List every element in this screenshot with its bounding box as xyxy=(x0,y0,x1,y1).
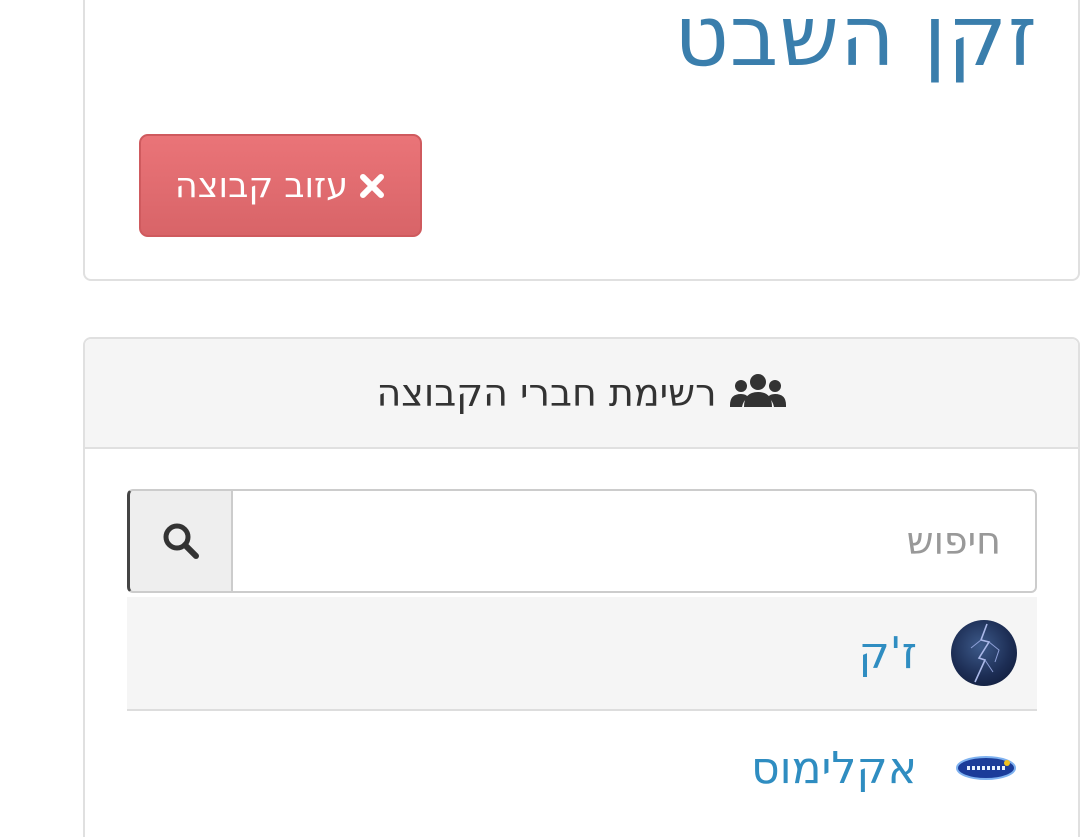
list-item[interactable]: אקלימוס xyxy=(127,711,1037,825)
group-title: זקן השבט xyxy=(674,0,1038,85)
members-header: רשימת חברי הקבוצה xyxy=(85,339,1078,449)
member-name-link[interactable]: ז'ק xyxy=(858,628,917,679)
leave-group-label: עזוב קבוצה xyxy=(174,165,349,206)
avatar xyxy=(955,753,1017,783)
list-item[interactable]: ז'ק xyxy=(127,597,1037,711)
search-input[interactable] xyxy=(233,489,1037,593)
members-header-title: רשימת חברי הקבוצה xyxy=(376,371,717,415)
search-icon xyxy=(163,523,199,559)
leave-group-button[interactable]: עזוב קבוצה xyxy=(139,134,422,237)
member-search xyxy=(127,489,1037,593)
close-icon xyxy=(360,173,385,198)
logo-icon xyxy=(956,756,1016,780)
members-panel: רשימת חברי הקבוצה ז'ק xyxy=(83,337,1080,837)
group-panel: זקן השבט עזוב קבוצה xyxy=(83,0,1080,281)
search-button[interactable] xyxy=(127,489,233,593)
avatar xyxy=(951,620,1017,686)
member-list: ז'ק אקלימוס xyxy=(127,597,1037,825)
lightning-icon xyxy=(970,623,1000,683)
member-name-link[interactable]: אקלימוס xyxy=(751,743,917,794)
users-icon xyxy=(729,374,786,407)
